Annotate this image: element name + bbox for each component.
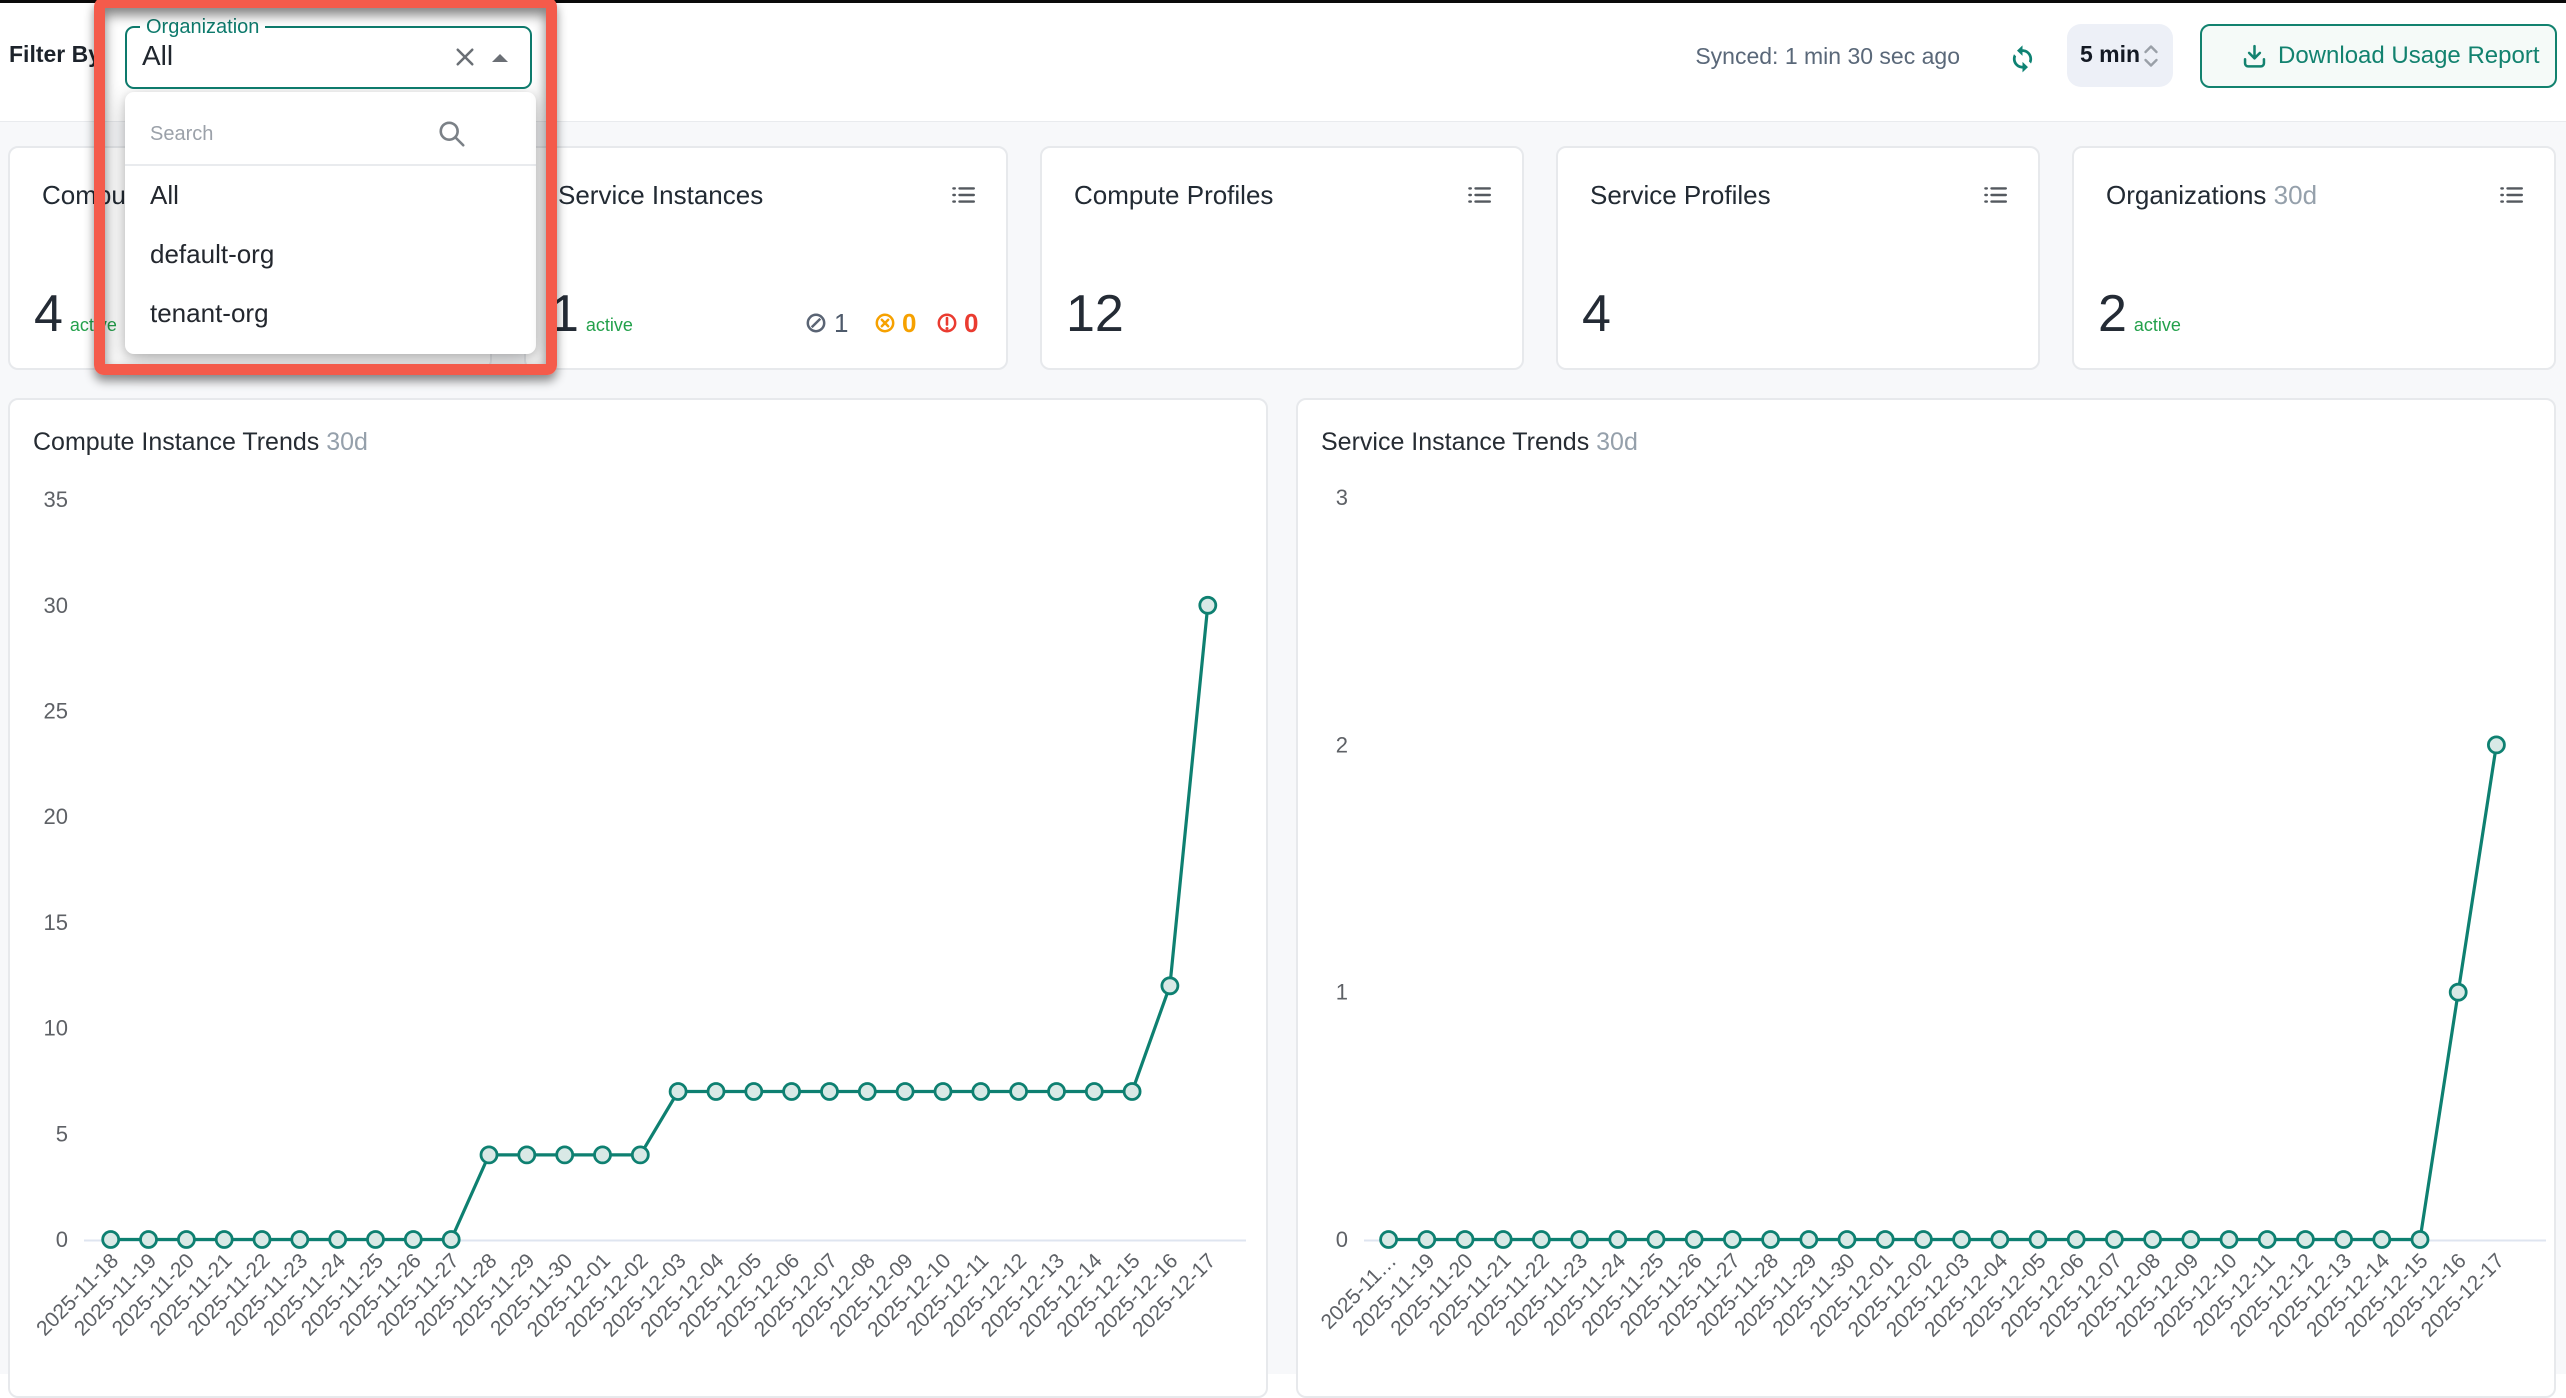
- svg-text:2: 2: [1336, 732, 1348, 757]
- svg-text:0: 0: [1336, 1227, 1348, 1252]
- svg-text:3: 3: [1336, 485, 1348, 510]
- svg-text:15: 15: [44, 910, 68, 935]
- svg-text:10: 10: [44, 1016, 68, 1041]
- svg-text:1: 1: [1336, 980, 1348, 1005]
- svg-text:35: 35: [44, 487, 68, 512]
- svg-text:30: 30: [44, 593, 68, 618]
- svg-text:5: 5: [56, 1121, 68, 1146]
- svg-text:25: 25: [44, 699, 68, 724]
- svg-text:20: 20: [44, 804, 68, 829]
- svg-text:0: 0: [56, 1227, 68, 1252]
